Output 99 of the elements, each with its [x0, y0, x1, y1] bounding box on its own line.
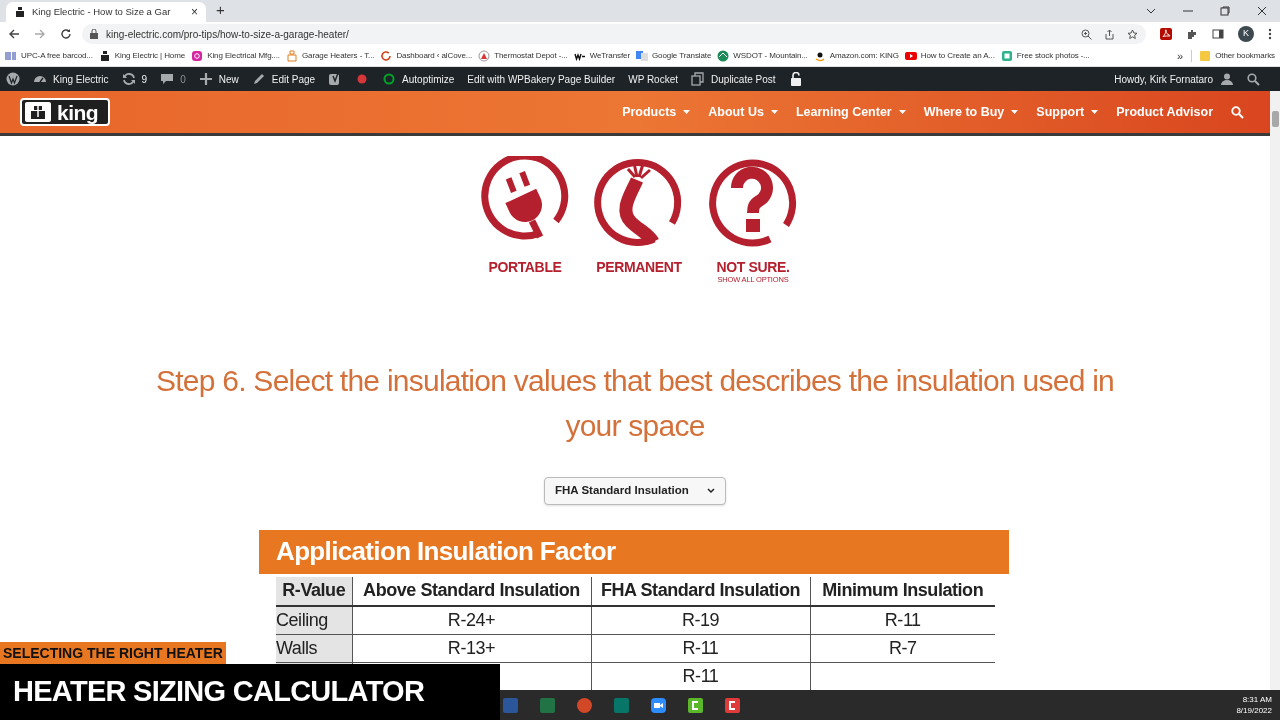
- share-icon[interactable]: [1104, 28, 1115, 40]
- site-logo[interactable]: king: [20, 98, 111, 126]
- bookmark[interactable]: Free stock photos -...: [1000, 50, 1090, 62]
- restore-icon[interactable]: [1220, 6, 1230, 16]
- new-tab-button[interactable]: +: [216, 0, 225, 21]
- bookmark[interactable]: King Electrical Mfg....: [191, 50, 280, 62]
- zoom-icon[interactable]: [1081, 28, 1092, 40]
- caret-icon: [683, 109, 691, 115]
- bookmark[interactable]: WeTransfer: [573, 50, 630, 62]
- video-camera-icon[interactable]: [650, 696, 667, 714]
- star-icon[interactable]: [1127, 28, 1138, 40]
- bookmark[interactable]: Amazon.com: KING: [813, 50, 899, 62]
- translate-icon: [636, 50, 648, 62]
- bookmark-folder[interactable]: Other bookmarks: [1191, 50, 1275, 62]
- admin-bar-item[interactable]: 9: [121, 71, 148, 87]
- back-icon[interactable]: [8, 28, 20, 40]
- insulation-dropdown[interactable]: FHA Standard Insulation: [544, 476, 726, 505]
- bookmark[interactable]: Google Translate: [636, 50, 712, 62]
- admin-bar-item[interactable]: Edit Page: [251, 71, 316, 87]
- folder-icon: [1200, 50, 1211, 62]
- admin-bar-item[interactable]: Autoptimize: [382, 71, 455, 87]
- refresh-icon: [121, 72, 136, 86]
- nav-link[interactable]: Product Advisor: [1116, 102, 1213, 122]
- bookmark[interactable]: How to Create an A...: [904, 50, 995, 62]
- nav-link[interactable]: Where to Buy: [923, 102, 1019, 122]
- table-cell: R-11: [591, 634, 810, 662]
- pencil-icon: [251, 72, 266, 86]
- bookmark[interactable]: King Electric | Home: [98, 50, 186, 62]
- tab-close-button[interactable]: ×: [191, 3, 198, 21]
- address-bar[interactable]: king-electric.com/pro-tips/how-to-size-a-garage-heater/: [82, 24, 1146, 44]
- admin-bar-item[interactable]: Duplicate Post: [691, 71, 776, 87]
- bookmark[interactable]: Garage Heaters - T...: [286, 50, 375, 62]
- caret-icon: [898, 109, 906, 115]
- row-label: Walls: [276, 634, 352, 662]
- browser-tab[interactable]: King Electric - How to Size a Gar ×: [6, 2, 206, 22]
- option-label[interactable]: PORTABLE: [488, 260, 562, 274]
- tab-search-icon[interactable]: [1146, 6, 1156, 16]
- option-label[interactable]: NOT SURE.: [716, 260, 790, 274]
- option-label[interactable]: PERMANENT: [596, 260, 682, 274]
- refresh-icon: [380, 50, 393, 62]
- bookmark[interactable]: UPC-A free barcod...: [5, 50, 93, 62]
- column-header: FHA Standard Insulation: [591, 576, 810, 606]
- play-icon: [904, 50, 917, 62]
- copy-icon: [691, 72, 706, 86]
- ring-icon: [382, 72, 397, 86]
- triangle-icon: [478, 50, 491, 62]
- admin-bar-item[interactable]: 0: [160, 71, 186, 87]
- plus-icon: [198, 72, 213, 86]
- table-cell: R-11: [810, 605, 995, 634]
- unlocked-padlock-icon[interactable]: [788, 72, 803, 86]
- admin-bar-item[interactable]: WP Rocket: [628, 71, 679, 87]
- column-header: R-Value: [276, 576, 352, 606]
- side-panel-icon[interactable]: [1212, 28, 1224, 40]
- row-label: Ceiling: [276, 605, 352, 634]
- scrollbar[interactable]: [1270, 91, 1280, 690]
- caret-icon: [1091, 109, 1099, 115]
- caret-icon: [770, 109, 778, 115]
- pdf-extension-icon[interactable]: [1160, 28, 1172, 40]
- clock-date[interactable]: 8/19/2022: [1236, 705, 1272, 716]
- smile-logo-icon: [813, 50, 826, 62]
- table-cell: R-19: [591, 605, 810, 634]
- close-icon[interactable]: [1257, 6, 1267, 16]
- barcode-icon: [5, 50, 17, 62]
- column-header: Minimum Insulation: [810, 576, 995, 606]
- admin-bar-item[interactable]: New: [198, 71, 239, 87]
- user-icon: [1221, 73, 1233, 85]
- search-icon[interactable]: [1231, 105, 1244, 119]
- admin-bar-item[interactable]: King Electric: [33, 71, 109, 87]
- table-cell: R-13+: [352, 634, 591, 662]
- more-bookmarks-button[interactable]: »: [1177, 47, 1184, 65]
- more-menu-icon[interactable]: [1268, 28, 1272, 40]
- chevron-down-icon: [707, 487, 715, 494]
- table-title: Application Insulation Factor: [259, 529, 1009, 574]
- extensions-icon[interactable]: [1186, 28, 1198, 40]
- scrollbar-thumb[interactable]: [1272, 111, 1279, 127]
- bookmark[interactable]: Thermostat Depot -...: [478, 50, 568, 62]
- reload-icon[interactable]: [60, 28, 72, 40]
- comment-icon: [160, 72, 175, 86]
- profile-avatar[interactable]: K: [1238, 26, 1254, 42]
- lock-icon: [90, 29, 98, 39]
- nav-link[interactable]: Support: [1036, 102, 1099, 122]
- lower-third-kicker: SELECTING THE RIGHT HEATER: [0, 642, 226, 664]
- lower-third-title: HEATER SIZING CALCULATOR: [0, 664, 500, 720]
- question-mark-icon[interactable]: [707, 156, 799, 248]
- clock-time[interactable]: 8:31 AM: [1242, 694, 1272, 705]
- camtasia-icon[interactable]: [687, 696, 704, 714]
- column-header: Above Standard Insulation: [352, 576, 591, 606]
- bookmark[interactable]: WSDOT - Mountain...: [717, 50, 808, 62]
- admin-bar-item[interactable]: Edit with WPBakery Page Builder: [467, 71, 616, 87]
- search-icon[interactable]: [1247, 72, 1260, 86]
- account-link[interactable]: Howdy, Kirk Fornataro: [1114, 71, 1213, 87]
- table-cell: R-7: [810, 634, 995, 662]
- table-cell: R-24+: [352, 605, 591, 634]
- wordpress-logo-icon[interactable]: [6, 72, 20, 86]
- mountain-icon: [717, 50, 730, 62]
- bookmark[interactable]: Dashboard ‹ alCove...: [380, 50, 473, 62]
- step-heading: Step 6. Select the insulation values that best describes the insulation used in your space: [154, 362, 1116, 444]
- camtasia-icon[interactable]: [724, 696, 741, 714]
- caret-icon: [1011, 109, 1019, 115]
